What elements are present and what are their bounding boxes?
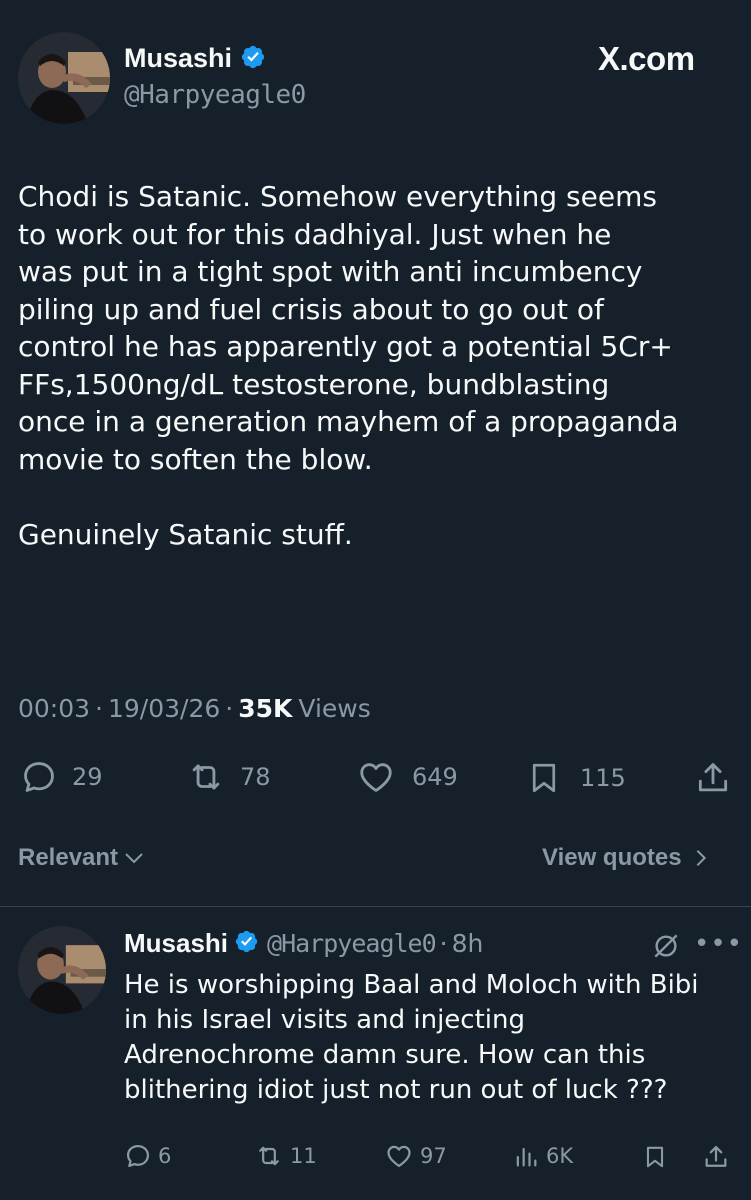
- bookmark-icon: [646, 1146, 664, 1168]
- repost-count: 78: [240, 763, 271, 791]
- heart-icon: [360, 763, 392, 792]
- reply-bookmark-button[interactable]: [642, 1142, 668, 1172]
- view-quotes-label: View quotes: [542, 844, 682, 871]
- reply-time[interactable]: 8h: [452, 929, 484, 958]
- tweet-time[interactable]: 00:03: [18, 694, 90, 723]
- view-quotes-link[interactable]: View quotes: [542, 844, 712, 872]
- grok-icon[interactable]: [650, 930, 682, 966]
- more-options-icon[interactable]: •••: [694, 931, 743, 957]
- reply-views-button[interactable]: 6K: [512, 1142, 573, 1170]
- reply-reply-button[interactable]: 6: [124, 1142, 171, 1170]
- reply-repost-button[interactable]: 11: [254, 1142, 317, 1170]
- repost-button[interactable]: 78: [186, 758, 271, 796]
- like-button[interactable]: 649: [356, 758, 458, 796]
- reply-icon: [24, 762, 54, 792]
- tweet-text: Chodi is Satanic. Somehow everything see…: [18, 180, 679, 551]
- share-button[interactable]: [694, 758, 732, 798]
- share-icon: [705, 1145, 727, 1167]
- heart-icon: [387, 1145, 411, 1168]
- views-label: Views: [298, 694, 371, 723]
- x-logo: X.com: [598, 40, 695, 77]
- views-count: 35K: [238, 694, 293, 723]
- reply-button[interactable]: 29: [20, 758, 103, 796]
- share-icon: [698, 763, 728, 792]
- reply-header: Musashi @Harpyeagle0 · 8h: [124, 928, 483, 959]
- bookmark-count: 115: [580, 764, 626, 792]
- author-handle[interactable]: @Harpyeagle0: [124, 80, 306, 110]
- reply-like-button[interactable]: 97: [384, 1142, 447, 1170]
- repost-icon: [259, 1146, 279, 1166]
- separator-dot: ·: [225, 694, 234, 723]
- verified-badge-icon: [240, 44, 266, 74]
- like-count: 649: [412, 763, 458, 791]
- reply-text: He is worshipping Baal and Moloch with B…: [124, 970, 699, 1105]
- reply-like-count: 97: [420, 1144, 447, 1168]
- reply-author-handle[interactable]: @Harpyeagle0: [267, 929, 437, 958]
- reply-repost-count: 11: [290, 1144, 317, 1168]
- reply-author-name[interactable]: Musashi: [124, 928, 228, 959]
- reply-author-avatar[interactable]: [18, 926, 106, 1014]
- sort-dropdown[interactable]: Relevant: [18, 844, 146, 872]
- author-avatar[interactable]: [18, 32, 110, 124]
- tweet-date[interactable]: 19/03/26: [108, 694, 220, 723]
- author-name[interactable]: Musashi: [124, 43, 232, 74]
- separator-dot: ·: [439, 929, 448, 958]
- divider: [0, 906, 751, 907]
- reply-icon: [126, 1144, 150, 1168]
- sort-label: Relevant: [18, 844, 119, 871]
- bookmark-button[interactable]: 115: [526, 758, 626, 798]
- tweet-meta: 00:03 · 19/03/26 · 35K Views: [18, 694, 371, 723]
- reply-reply-count: 6: [158, 1144, 172, 1168]
- bookmark-icon: [532, 763, 556, 793]
- reply-count: 29: [72, 763, 103, 791]
- views-chart-icon: [516, 1147, 537, 1167]
- repost-icon: [192, 764, 220, 790]
- verified-badge-icon: [234, 929, 259, 958]
- chevron-right-icon: [696, 849, 706, 867]
- separator-dot: ·: [95, 694, 103, 723]
- reply-views-count: 6K: [546, 1144, 574, 1168]
- chevron-down-icon: [125, 853, 143, 864]
- reply-share-button[interactable]: [702, 1142, 730, 1172]
